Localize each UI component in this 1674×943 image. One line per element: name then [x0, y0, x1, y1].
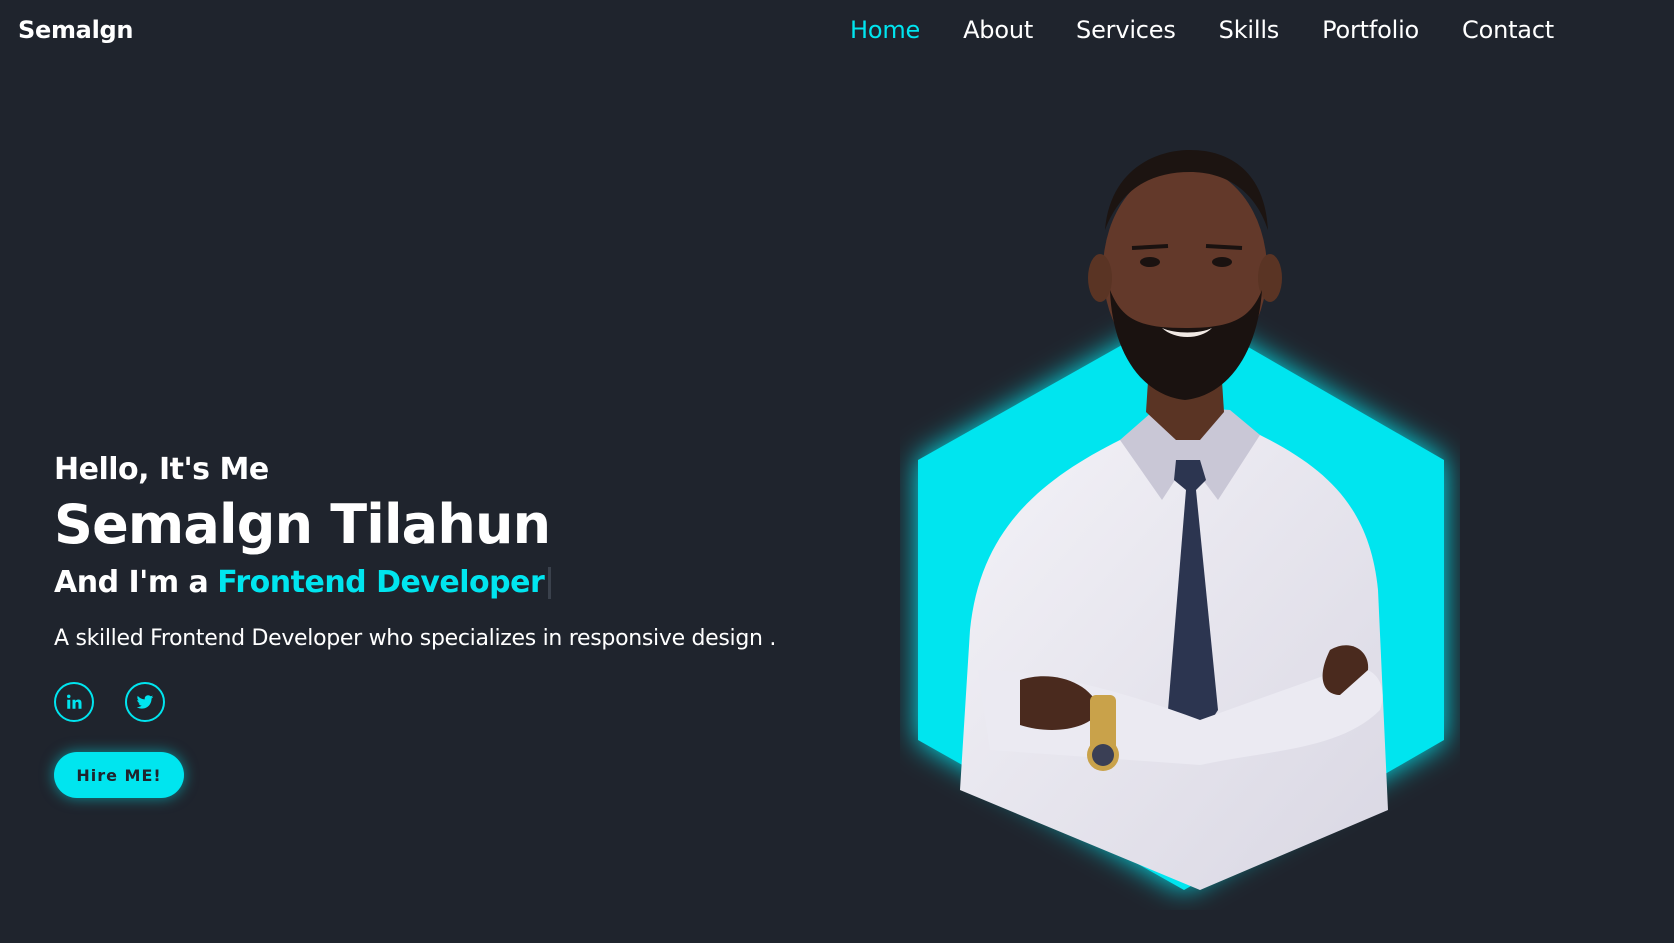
linkedin-icon	[65, 693, 83, 711]
hero-content: Hello, It's Me Semalgn Tilahun And I'm a…	[54, 448, 854, 798]
hero-role: And I'm a Frontend Developer	[54, 558, 854, 608]
hero-description: A skilled Frontend Developer who special…	[54, 626, 777, 651]
hire-me-button[interactable]: Hire ME!	[54, 752, 184, 798]
hero-role-highlight: Frontend Developer	[217, 565, 545, 600]
nav-skills[interactable]: Skills	[1219, 10, 1280, 50]
person-figure	[960, 150, 1388, 890]
hero-name: Semalgn Tilahun	[54, 493, 551, 556]
nav-about[interactable]: About	[963, 10, 1033, 50]
hero-greeting: Hello, It's Me	[54, 452, 269, 487]
logo[interactable]: Semalgn	[18, 10, 133, 50]
nav-services[interactable]: Services	[1076, 10, 1176, 50]
linkedin-link[interactable]	[54, 682, 94, 722]
nav-contact[interactable]: Contact	[1462, 10, 1554, 50]
typing-cursor	[548, 567, 552, 599]
profile-portrait	[900, 150, 1460, 910]
social-links	[54, 682, 854, 722]
main-nav: Home About Services Skills Portfolio Con…	[850, 10, 1597, 50]
hero-role-prefix: And I'm a	[54, 565, 209, 600]
twitter-icon	[136, 693, 154, 711]
page: Semalgn Home About Services Skills Portf…	[0, 0, 1674, 943]
nav-home[interactable]: Home	[850, 10, 920, 50]
nav-portfolio[interactable]: Portfolio	[1322, 10, 1419, 50]
twitter-link[interactable]	[125, 682, 165, 722]
